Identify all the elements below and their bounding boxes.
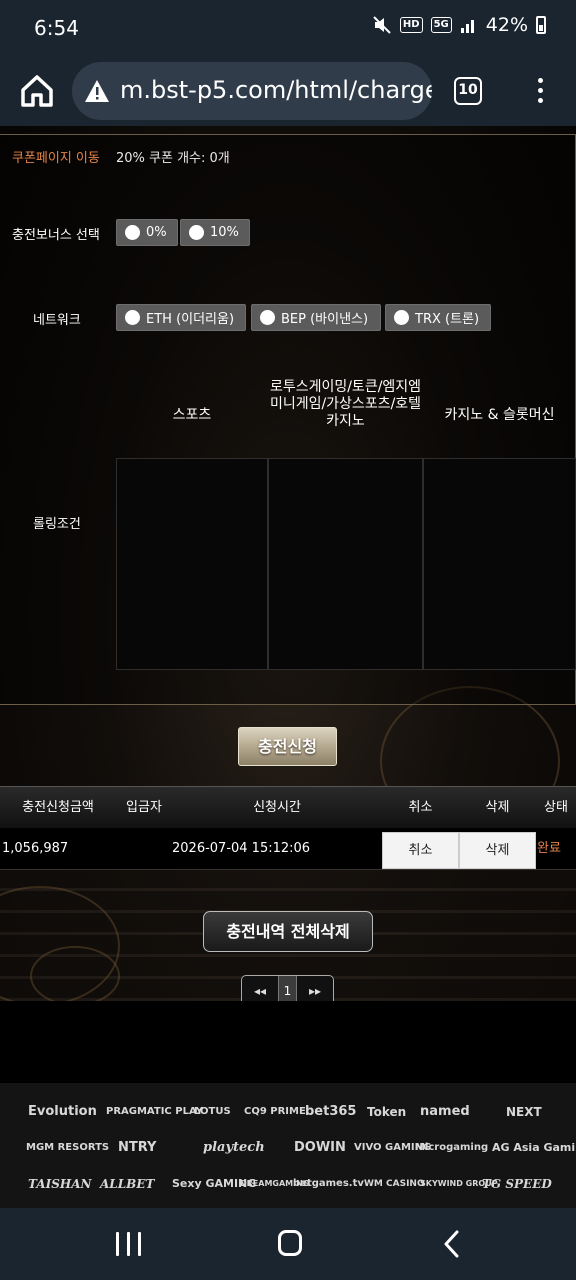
background-ornament <box>30 946 120 1006</box>
network-label: 네트워크 <box>33 313 81 328</box>
browser-toolbar: m.bst-p5.com/html/charge_ 10 <box>0 58 576 126</box>
provider-row: TAISHAN ALLBET Sexy GAMING DREAMGAMING b… <box>0 1171 576 1197</box>
charge-form: 쿠폰페이지 이동 20% 쿠폰 개수: 0개 충전보너스 선택 0% 10% 네… <box>0 134 576 705</box>
provider-logo: AG Asia Gaming <box>492 1141 576 1154</box>
provider-row: MGM RESORTS NTRY playtech DOWIN VIVO GAM… <box>0 1135 576 1161</box>
provider-logo: playtech <box>203 1140 265 1155</box>
radio-icon <box>260 310 275 325</box>
home-icon[interactable] <box>18 72 56 110</box>
battery-percent: 42% <box>485 14 528 36</box>
radio-icon <box>125 225 140 240</box>
provider-logo: Token <box>367 1105 407 1119</box>
recent-apps-icon[interactable] <box>116 1232 142 1256</box>
provider-logo: bet365 <box>305 1104 357 1119</box>
rolling-col-sports: 스포츠 <box>172 407 212 423</box>
rolling-col-casino: 카지노 & 슬롯머신 <box>444 407 555 423</box>
network-option-label: ETH (이더리움) <box>146 312 235 327</box>
rolling-cell-mini <box>268 458 423 670</box>
history-table-header: 충전신청금액 입금자 신청시간 취소 삭제 상태 <box>0 786 576 828</box>
radio-icon <box>189 225 204 240</box>
delete-all-history-button[interactable]: 충전내역 전체삭제 <box>203 911 373 952</box>
row-time: 2026-07-04 15:12:06 <box>172 841 311 856</box>
col-depositor: 입금자 <box>126 800 162 815</box>
rolling-label: 롤링조건 <box>33 517 81 532</box>
home-button-icon[interactable] <box>278 1230 302 1256</box>
rolling-cell-sports <box>116 458 268 670</box>
provider-logo: PRAGMATIC PLAY <box>106 1106 203 1117</box>
warning-icon[interactable] <box>84 79 110 103</box>
network-option-label: BEP (바이낸스) <box>281 312 369 327</box>
row-delete-button[interactable]: 삭제 <box>459 832 536 869</box>
more-menu-icon[interactable] <box>530 78 550 106</box>
provider-logo: TG SPEED <box>482 1177 552 1191</box>
radio-icon <box>394 310 409 325</box>
row-cancel-button[interactable]: 취소 <box>382 832 459 869</box>
bonus-label: 충전보너스 선택 <box>12 228 100 243</box>
provider-logo: ALLBET <box>100 1177 155 1191</box>
signal-icon <box>460 20 474 33</box>
radio-icon <box>125 310 140 325</box>
footer-spacer <box>0 1001 576 1083</box>
bonus-option-label: 0% <box>146 225 167 240</box>
mute-icon <box>373 16 391 34</box>
provider-logo: betgames.tv <box>293 1178 364 1189</box>
provider-logo: DOWIN <box>294 1140 346 1155</box>
clock: 6:54 <box>34 16 79 40</box>
provider-row: Evolution PRAGMATIC PLAY LOTUS CQ9 PRIME… <box>0 1099 576 1125</box>
coupon-count: 20% 쿠폰 개수: 0개 <box>116 151 230 166</box>
address-bar[interactable]: m.bst-p5.com/html/charge_ <box>72 62 432 120</box>
battery-icon <box>536 16 546 34</box>
provider-logo: TAISHAN <box>28 1177 92 1191</box>
col-status: 상태 <box>544 800 568 815</box>
provider-logo: LOTUS <box>194 1106 231 1117</box>
table-row: 1,056,987 2026-07-04 15:12:06 취소 삭제 완료 <box>0 828 576 870</box>
row-amount: 1,056,987 <box>2 841 69 856</box>
tab-switcher-button[interactable]: 10 <box>454 77 482 105</box>
hd-badge: HD <box>399 17 423 33</box>
provider-logo: Evolution <box>28 1104 97 1119</box>
rolling-cell-casino <box>423 458 576 670</box>
provider-logos: Evolution PRAGMATIC PLAY LOTUS CQ9 PRIME… <box>0 1083 576 1208</box>
provider-logo: named <box>420 1104 470 1119</box>
bonus-option-10[interactable]: 10% <box>180 219 250 246</box>
col-cancel: 취소 <box>408 800 433 815</box>
network-option-trx[interactable]: TRX (트론) <box>385 304 491 331</box>
col-time: 신청시간 <box>253 800 301 815</box>
network-option-label: TRX (트론) <box>415 312 480 327</box>
row-depositor <box>116 828 172 870</box>
row-status: 완료 <box>537 841 561 856</box>
network-option-bep[interactable]: BEP (바이낸스) <box>251 304 381 331</box>
bonus-option-0[interactable]: 0% <box>116 219 178 246</box>
status-icons: HD 5G 42% <box>372 14 546 36</box>
provider-logo: NEXT <box>506 1105 542 1119</box>
5g-badge: 5G <box>430 17 452 33</box>
provider-logo: Microgaming <box>415 1142 489 1153</box>
provider-logo: MGM RESORTS <box>26 1142 110 1153</box>
url-text[interactable]: m.bst-p5.com/html/charge_ <box>120 76 432 104</box>
charge-apply-button[interactable]: 충전신청 <box>238 727 337 766</box>
provider-logo: WM CASINO <box>364 1179 425 1189</box>
col-delete: 삭제 <box>485 800 510 815</box>
system-nav-bar <box>0 1208 576 1280</box>
back-icon[interactable] <box>440 1230 464 1258</box>
provider-logo: NTRY <box>118 1140 157 1155</box>
status-bar: 6:54 HD 5G 42% <box>0 0 576 58</box>
col-amount: 충전신청금액 <box>22 800 94 815</box>
coupon-row: 쿠폰페이지 이동 20% 쿠폰 개수: 0개 <box>12 147 230 166</box>
provider-logo: CQ9 PRIME <box>244 1106 306 1117</box>
coupon-page-link[interactable]: 쿠폰페이지 이동 <box>12 151 100 166</box>
bonus-option-label: 10% <box>210 225 239 240</box>
rolling-col-mini: 로투스게이밍/토큰/엠지엠 미니게임/가상스포츠/호텔카지노 <box>269 379 422 429</box>
charge-page: 쿠폰페이지 이동 20% 쿠폰 개수: 0개 충전보너스 선택 0% 10% 네… <box>0 126 576 1208</box>
network-option-eth[interactable]: ETH (이더리움) <box>116 304 246 331</box>
